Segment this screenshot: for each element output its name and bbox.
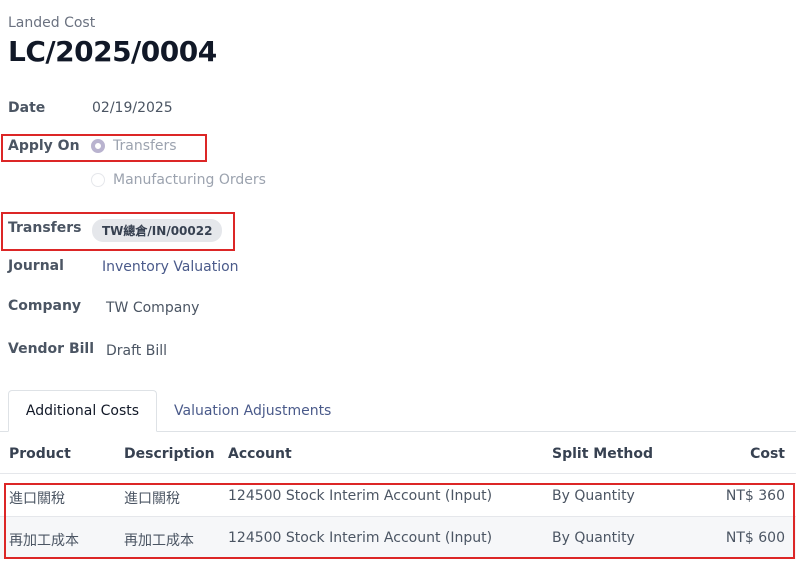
radio-label-manufacturing-orders: Manufacturing Orders [113,172,266,188]
date-field[interactable]: 02/19/2025 [92,100,173,116]
vendor-bill-field[interactable]: Draft Bill [106,343,167,359]
journal-label: Journal [8,258,64,274]
radio-option-manufacturing-orders[interactable]: Manufacturing Orders [91,172,266,188]
apply-on-label: Apply On [8,138,80,154]
company-label: Company [8,298,82,314]
tab-valuation-adjustments[interactable]: Valuation Adjustments [174,403,331,419]
column-header-cost[interactable]: Cost [750,446,785,462]
cost-lines-highlight-box [4,483,795,559]
transfers-label: Transfers [8,220,82,236]
record-title: LC/2025/0004 [8,35,217,68]
date-label: Date [8,100,46,116]
company-field[interactable]: TW Company [106,300,199,316]
radio-option-transfers[interactable]: Transfers [91,138,177,154]
breadcrumb-caption: Landed Cost [8,15,96,31]
transfer-tag[interactable]: TW總倉/IN/00022 [92,219,223,242]
column-header-account[interactable]: Account [228,446,292,462]
radio-label-transfers: Transfers [113,138,177,154]
column-header-description[interactable]: Description [124,446,215,462]
journal-link[interactable]: Inventory Valuation [102,259,239,275]
vendor-bill-label: Vendor Bill [8,341,95,357]
tab-additional-costs[interactable]: Additional Costs [8,390,157,432]
column-header-product[interactable]: Product [9,446,71,462]
radio-selected-icon[interactable] [91,139,105,153]
radio-unselected-icon[interactable] [91,173,105,187]
column-header-split-method[interactable]: Split Method [552,446,653,462]
